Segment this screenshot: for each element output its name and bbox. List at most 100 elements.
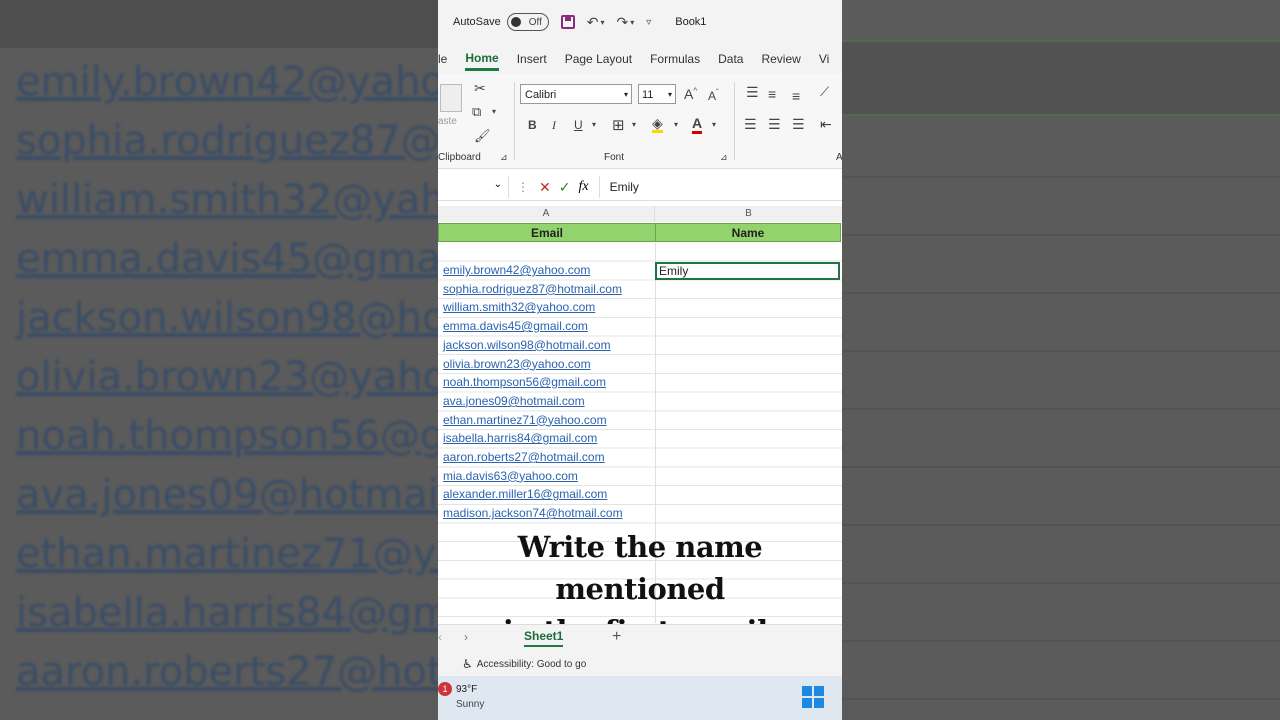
undo-icon[interactable]: ↶ <box>587 14 599 31</box>
tab-review[interactable]: Review <box>761 48 800 70</box>
clipboard-launcher-icon[interactable]: ⊿ <box>500 152 508 163</box>
background-email-line: aaron.roberts27@hotm <box>16 649 438 695</box>
fill-color-dropdown-icon[interactable]: ▾ <box>674 120 678 129</box>
customize-toolbar-icon[interactable]: ▿ <box>646 17 651 28</box>
email-cell[interactable]: noah.thompson56@gmail.com <box>443 375 606 389</box>
email-cell[interactable]: olivia.brown23@yahoo.com <box>443 357 591 371</box>
name-box[interactable]: ⌄ <box>438 176 509 198</box>
chevron-down-icon: ⌄ <box>493 179 502 190</box>
background-header <box>0 0 438 48</box>
cancel-icon[interactable]: ✕ <box>539 179 551 196</box>
weather-condition[interactable]: Sunny <box>456 699 484 710</box>
tab-data[interactable]: Data <box>718 48 743 70</box>
font-size-select[interactable]: 11 ▾ <box>638 84 676 104</box>
underline-dropdown-icon[interactable]: ▾ <box>592 120 596 129</box>
bottom-align-icon[interactable]: ≡ <box>792 88 800 104</box>
bold-button[interactable]: B <box>528 118 537 132</box>
font-size-value: 11 <box>642 89 654 101</box>
header-cell-name[interactable]: Name <box>655 223 841 242</box>
tab-file[interactable]: le <box>438 48 447 70</box>
windows-start-icon[interactable] <box>802 686 824 708</box>
indent-icon[interactable]: ⇤ <box>820 116 832 133</box>
align-left-icon[interactable]: ☰ <box>744 116 757 133</box>
add-sheet-button[interactable]: + <box>612 628 621 646</box>
cut-icon[interactable]: ✂ <box>474 80 486 97</box>
function-icon[interactable]: fx <box>578 179 588 195</box>
excel-window: AutoSave Off ↶ ▾ ↷ ▾ ▿ Book1 le Home Ins… <box>438 0 842 720</box>
top-align-icon[interactable]: ☰ <box>746 84 759 101</box>
background-email-line: emma.davis45@gmail.c <box>16 236 438 282</box>
copy-dropdown-icon[interactable]: ▾ <box>492 107 496 116</box>
email-cell[interactable]: aaron.roberts27@hotmail.com <box>443 450 605 464</box>
redo-icon[interactable]: ↷ <box>616 14 628 31</box>
save-icon[interactable] <box>560 15 575 29</box>
redo-dropdown-icon[interactable]: ▾ <box>630 18 634 27</box>
more-icon[interactable]: ⋮ <box>517 180 529 194</box>
formula-bar: ⌄ ⋮ ✕ ✓ fx Emily <box>438 174 842 201</box>
email-cell[interactable]: emma.davis45@gmail.com <box>443 319 588 333</box>
accessibility-status[interactable]: Accessibility: Good to go <box>477 659 587 670</box>
tab-view[interactable]: Vi <box>819 48 829 70</box>
align-right-icon[interactable]: ☰ <box>792 116 805 133</box>
email-cell[interactable]: emily.brown42@yahoo.com <box>443 263 590 277</box>
scroll-right-icon[interactable]: › <box>464 630 468 644</box>
autosave-toggle[interactable]: Off <box>506 13 549 31</box>
borders-icon[interactable]: ⊞ <box>612 116 625 134</box>
background-left-zoom: emily.brown42@yahoo sophia.rodriguez87@ho… <box>0 0 438 720</box>
column-header-a[interactable]: A <box>438 206 655 222</box>
shrink-font-glyph: A <box>708 89 717 103</box>
background-grid <box>842 120 1280 720</box>
tab-formulas[interactable]: Formulas <box>650 48 700 70</box>
active-cell-b2[interactable]: Emily <box>655 262 840 280</box>
formula-separator <box>598 176 600 198</box>
font-name-select[interactable]: Calibri ▾ <box>520 84 632 104</box>
accessibility-icon[interactable]: ♿ <box>462 657 473 671</box>
weather-temperature[interactable]: 93°F <box>456 684 477 695</box>
caption-line-1: Write the name mentioned <box>517 530 763 606</box>
format-painter-icon[interactable]: 🖌 <box>474 128 491 144</box>
email-cell[interactable]: madison.jackson74@hotmail.com <box>443 506 623 520</box>
formula-input[interactable]: Emily <box>610 180 639 194</box>
email-cell[interactable]: ava.jones09@hotmail.com <box>443 394 585 408</box>
undo-dropdown-icon[interactable]: ▾ <box>600 18 604 27</box>
email-cell[interactable]: mia.davis63@yahoo.com <box>443 469 578 483</box>
column-header-b[interactable]: B <box>655 206 842 222</box>
grow-font-icon[interactable]: A^ <box>684 86 697 102</box>
font-group-label: Font <box>604 152 625 163</box>
tab-home[interactable]: Home <box>465 47 499 71</box>
tab-insert[interactable]: Insert <box>517 48 547 70</box>
underline-button[interactable]: U <box>574 118 583 132</box>
middle-align-icon[interactable]: ≡ <box>768 86 776 102</box>
scroll-left-icon[interactable]: ‹ <box>438 630 442 644</box>
background-email-list: emily.brown42@yahoo sophia.rodriguez87@ho… <box>16 56 438 705</box>
clipboard-group-label: Clipboard <box>438 152 481 163</box>
autosave-label: AutoSave <box>453 16 501 28</box>
sheet-tab-sheet1[interactable]: Sheet1 <box>524 629 564 647</box>
enter-icon[interactable]: ✓ <box>559 179 571 196</box>
fill-color-icon[interactable]: ◈ <box>652 116 663 133</box>
italic-button[interactable]: I <box>552 118 556 133</box>
font-color-icon[interactable]: A <box>692 116 703 134</box>
borders-dropdown-icon[interactable]: ▾ <box>632 120 636 129</box>
background-email-line: emily.brown42@yahoo <box>16 59 438 105</box>
email-cell[interactable]: ethan.martinez71@yahoo.com <box>443 413 607 427</box>
windows-taskbar: 1 93°F Sunny <box>438 676 842 720</box>
ribbon-separator <box>514 82 515 160</box>
header-cell-email[interactable]: Email <box>438 223 656 242</box>
shrink-font-icon[interactable]: Aˇ <box>708 88 719 103</box>
font-color-dropdown-icon[interactable]: ▾ <box>712 120 716 129</box>
paste-icon[interactable] <box>440 84 462 112</box>
font-name-value: Calibri <box>525 89 557 101</box>
copy-icon[interactable]: ⧉ <box>472 104 481 120</box>
background-email-line: ethan.martinez71@yah <box>16 531 438 577</box>
paste-label: aste <box>438 116 457 127</box>
email-cell[interactable]: isabella.harris84@gmail.com <box>443 431 597 445</box>
email-cell[interactable]: jackson.wilson98@hotmail.com <box>443 338 611 352</box>
email-cell[interactable]: sophia.rodriguez87@hotmail.com <box>443 282 622 296</box>
orientation-icon[interactable]: ⟋ <box>820 84 829 100</box>
email-cell[interactable]: william.smith32@yahoo.com <box>443 300 595 314</box>
font-launcher-icon[interactable]: ⊿ <box>720 152 728 163</box>
email-cell[interactable]: alexander.miller16@gmail.com <box>443 487 607 501</box>
tab-page-layout[interactable]: Page Layout <box>565 48 632 70</box>
align-center-icon[interactable]: ☰ <box>768 116 781 133</box>
